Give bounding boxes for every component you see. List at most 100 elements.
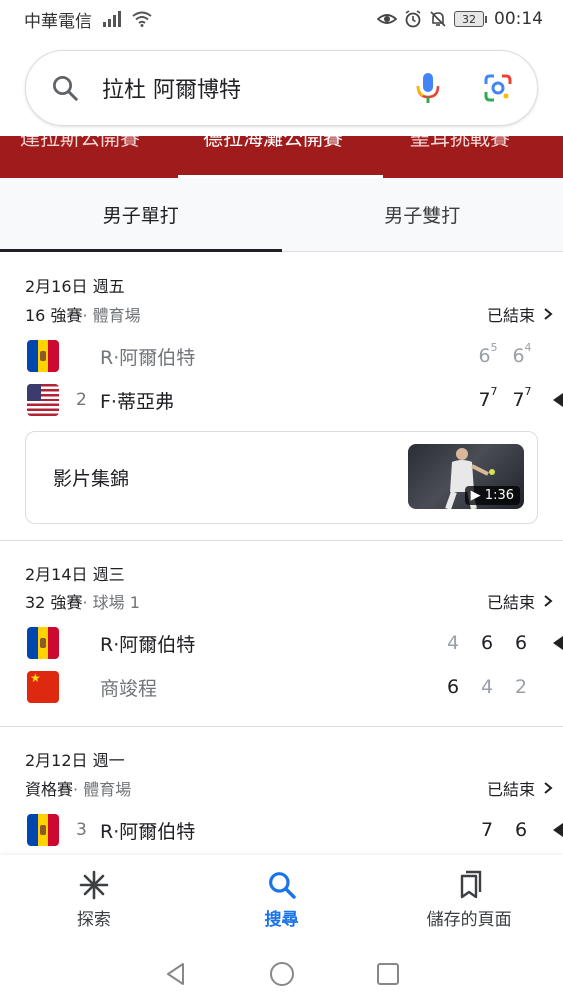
moldova-flag-icon: [27, 340, 59, 372]
lens-icon[interactable]: [483, 73, 513, 103]
video-label: 影片集錦: [53, 468, 130, 490]
match-status: 已結束: [486, 593, 535, 612]
set-score: 6: [514, 819, 528, 841]
nav-search[interactable]: 搜尋: [188, 855, 376, 947]
chevron-right-icon: [544, 782, 553, 794]
video-highlights-card[interactable]: 影片集錦 ▶ 1:36: [25, 431, 538, 524]
tab-tournament-2[interactable]: 德拉海灘公開賽: [203, 136, 343, 151]
clock: 00:14: [494, 9, 543, 29]
nav-explore-label: 探索: [76, 910, 111, 930]
divider: [0, 540, 563, 541]
set-score: 4: [480, 676, 494, 698]
player-row: R·阿爾伯特 4 6 6: [0, 623, 563, 663]
set-score: 2: [514, 676, 528, 698]
chevron-right-icon: [544, 308, 553, 320]
battery-level: 32: [454, 11, 484, 27]
match-status: 已結束: [486, 780, 535, 799]
match-date: 2月16日 週五: [25, 277, 125, 296]
player-name[interactable]: R·阿爾伯特: [100, 817, 195, 844]
match-status-link[interactable]: 已結束: [487, 776, 553, 800]
match-date: 2月14日 週三: [25, 565, 125, 584]
set-score: 65: [478, 341, 498, 367]
tournament-tabs: 達拉斯公開賽 德拉海灘公開賽 聖耳挑戰賽: [0, 136, 563, 178]
search-icon: [268, 872, 296, 899]
set-score: 77: [512, 385, 532, 411]
search-bar[interactable]: 拉杜 阿爾博特: [25, 50, 538, 126]
home-icon[interactable]: [269, 961, 295, 987]
usa-flag-icon: [27, 384, 59, 416]
player-name[interactable]: R·阿爾伯特: [100, 630, 195, 657]
chevron-right-icon: [544, 595, 553, 607]
status-bar: 中華電信 32 00:14: [0, 0, 563, 38]
bottom-navigation: 探索 搜尋 儲存的頁面: [0, 855, 563, 947]
eye-comfort-icon: [377, 14, 397, 24]
alarm-icon: [405, 10, 421, 28]
mute-icon: [430, 11, 446, 27]
match-status-link[interactable]: 已結束: [487, 589, 553, 613]
back-icon[interactable]: [163, 961, 189, 987]
set-score: 6: [480, 632, 494, 654]
match-date: 2月12日 週一: [25, 751, 125, 770]
carrier-group: 中華電信: [24, 7, 152, 32]
match-round: 16 強賽· 體育場: [25, 302, 141, 326]
tiebreak-score: 7: [490, 385, 498, 398]
nav-explore[interactable]: 探索: [0, 855, 188, 947]
tiebreak-score: 7: [524, 385, 532, 398]
set-score: 4: [446, 632, 460, 654]
play-icon: ▶: [470, 488, 485, 503]
moldova-flag-icon: [27, 814, 59, 846]
status-right: 32 00:14: [377, 9, 543, 29]
signal-icon: [103, 11, 121, 27]
recents-icon[interactable]: [375, 961, 401, 987]
venue: · 體育場: [73, 780, 132, 799]
player-row: ★ 商竣程 6 4 2: [0, 667, 563, 707]
tiebreak-score: 5: [490, 341, 498, 354]
search-query[interactable]: 拉杜 阿爾博特: [102, 72, 415, 104]
draw-tabs: 男子單打 男子雙打: [0, 178, 563, 252]
player-seed: 3: [76, 820, 87, 840]
video-thumbnail[interactable]: ▶ 1:36: [408, 444, 524, 509]
video-duration: ▶ 1:36: [464, 486, 520, 505]
round-name: 資格賽: [25, 780, 74, 799]
winner-indicator-icon: [553, 823, 563, 837]
tab-tournament-1[interactable]: 達拉斯公開賽: [20, 136, 140, 151]
tab-singles[interactable]: 男子單打: [0, 178, 282, 252]
set-score: 7: [480, 819, 494, 841]
venue: · 體育場: [82, 306, 141, 325]
player-row: R·阿爾伯特 65 64: [0, 336, 563, 376]
player-name[interactable]: 商竣程: [100, 674, 157, 701]
asterisk-icon: [79, 870, 109, 900]
divider: [0, 726, 563, 727]
nav-saved-label: 儲存的頁面: [426, 910, 512, 930]
tab-doubles[interactable]: 男子雙打: [282, 178, 563, 251]
nav-saved[interactable]: 儲存的頁面: [375, 855, 563, 947]
player-name[interactable]: R·阿爾伯特: [100, 343, 195, 370]
wifi-icon: [132, 11, 152, 27]
set-score: 6: [514, 632, 528, 654]
player-row: 3 R·阿爾伯特 7 6: [0, 810, 563, 850]
match-round: 32 強賽· 球場 1: [25, 589, 140, 613]
winner-indicator-icon: [553, 636, 563, 650]
venue: · 球場 1: [82, 593, 140, 612]
match-status-link[interactable]: 已結束: [487, 302, 553, 326]
system-navigation-bar: [0, 947, 563, 1000]
player-row: 2 F·蒂亞弗 77 77: [0, 380, 563, 420]
player-name[interactable]: F·蒂亞弗: [100, 387, 174, 414]
china-flag-icon: ★: [27, 671, 59, 703]
bookmarks-icon: [460, 870, 482, 899]
set-score: 6: [446, 676, 460, 698]
moldova-flag-icon: [27, 627, 59, 659]
tiebreak-score: 4: [524, 341, 532, 354]
round-name: 16 強賽: [25, 306, 83, 325]
microphone-icon[interactable]: [415, 71, 441, 105]
round-name: 32 強賽: [25, 593, 83, 612]
search-icon: [53, 76, 78, 101]
set-score: 77: [478, 385, 498, 411]
match-status: 已結束: [486, 306, 535, 325]
player-seed: 2: [76, 390, 87, 410]
match-round: 資格賽· 體育場: [25, 776, 131, 800]
winner-indicator-icon: [553, 393, 563, 407]
nav-search-label: 搜尋: [264, 910, 299, 930]
battery-icon: 32: [454, 11, 487, 27]
tab-tournament-3[interactable]: 聖耳挑戰賽: [410, 136, 510, 151]
